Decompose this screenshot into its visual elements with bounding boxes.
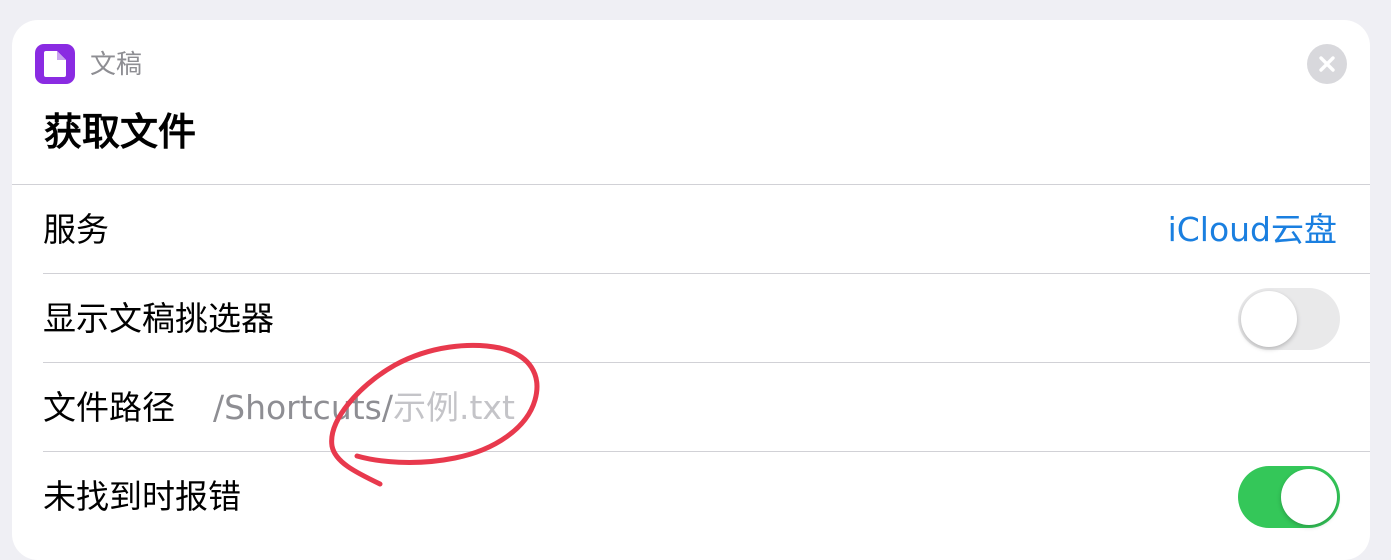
document-icon	[35, 44, 75, 84]
service-row[interactable]: 服务 iCloud云盘	[43, 185, 1370, 274]
file-path-placeholder: 示例.txt	[393, 388, 515, 427]
show-picker-label: 显示文稿挑选器	[43, 299, 274, 338]
show-picker-row: 显示文稿挑选器	[43, 274, 1370, 363]
service-value[interactable]: iCloud云盘	[1168, 185, 1337, 274]
action-header: 文稿 获取文件	[12, 20, 1370, 184]
file-path-prefix: /Shortcuts/	[213, 388, 393, 427]
file-path-input[interactable]: /Shortcuts/示例.txt	[213, 363, 515, 452]
error-not-found-label: 未找到时报错	[43, 477, 241, 516]
close-icon	[1319, 56, 1335, 72]
action-card: 文稿 获取文件 服务 iCloud云盘 显示文稿挑选器 文件路径 /Shortc…	[12, 20, 1370, 560]
error-not-found-toggle[interactable]	[1238, 466, 1340, 528]
close-button[interactable]	[1307, 44, 1347, 84]
file-path-label: 文件路径	[43, 388, 175, 427]
error-not-found-row: 未找到时报错	[43, 452, 1370, 541]
service-label: 服务	[43, 210, 109, 249]
action-title: 获取文件	[44, 110, 197, 154]
file-path-row: 文件路径 /Shortcuts/示例.txt	[43, 363, 1370, 452]
toggle-knob	[1281, 469, 1337, 525]
toggle-knob	[1241, 291, 1297, 347]
show-picker-toggle[interactable]	[1238, 288, 1340, 350]
app-name: 文稿	[90, 50, 143, 80]
